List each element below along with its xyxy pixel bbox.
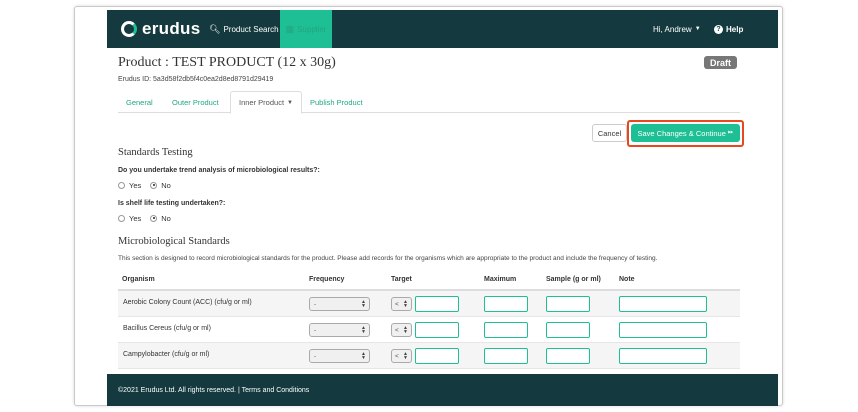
trend-analysis-yes[interactable]: Yes bbox=[118, 181, 141, 190]
help-icon: ? bbox=[714, 24, 723, 34]
sample-input[interactable] bbox=[546, 296, 590, 312]
operator-value: < bbox=[395, 352, 399, 360]
trend-analysis-options: Yes No bbox=[118, 180, 180, 190]
target-operator-select[interactable]: < ▲ ▼ bbox=[391, 297, 412, 311]
footer-text: ©2021 Erudus Ltd. All rights reserved. |… bbox=[118, 386, 310, 394]
frequency-select[interactable]: - ▲ ▼ bbox=[309, 349, 370, 363]
target-operator-select[interactable]: < ▲ ▼ bbox=[391, 349, 412, 363]
col-organism: Organism bbox=[122, 276, 155, 283]
logo-icon bbox=[121, 21, 137, 37]
footer: ©2021 Erudus Ltd. All rights reserved. |… bbox=[107, 374, 778, 406]
chevron-down-icon: ▼ bbox=[287, 99, 293, 106]
page-title: Product : TEST PRODUCT (12 x 30g) bbox=[118, 55, 336, 70]
radio-yes[interactable] bbox=[118, 214, 125, 222]
select-arrows-icon: ▲ ▼ bbox=[403, 325, 408, 335]
radio-yes-label: Yes bbox=[129, 180, 142, 190]
user-menu[interactable]: Hi, Andrew ▼ bbox=[653, 10, 701, 48]
nav-product-search-label: Product Search bbox=[223, 24, 279, 34]
radio-no[interactable] bbox=[150, 181, 158, 189]
trend-analysis-question: Do you undertake trend analysis of micro… bbox=[118, 167, 320, 174]
frequency-value: - bbox=[314, 300, 317, 308]
select-arrows-icon: ▲ ▼ bbox=[361, 325, 366, 335]
nav-supplier[interactable]: ▦ Supplier bbox=[280, 10, 332, 48]
save-continue-label: Save Changes & Continue bbox=[637, 128, 726, 138]
col-note: Note bbox=[619, 276, 635, 283]
radio-yes-label: Yes bbox=[129, 213, 142, 223]
erudus-id: Erudus ID: 5a3d58f2db5f4c0ea2d8ed8791d29… bbox=[118, 76, 274, 83]
select-arrows-icon: ▲ ▼ bbox=[361, 351, 366, 361]
sample-input[interactable] bbox=[546, 348, 590, 364]
operator-value: < bbox=[395, 326, 399, 334]
frequency-value: - bbox=[314, 326, 317, 334]
nav-supplier-label: Supplier bbox=[297, 24, 327, 34]
select-arrows-icon: ▲ ▼ bbox=[403, 299, 408, 309]
status-badge: Draft bbox=[704, 56, 738, 69]
help-label: Help bbox=[726, 24, 744, 34]
target-input[interactable] bbox=[415, 348, 459, 364]
maximum-input[interactable] bbox=[484, 348, 528, 364]
micro-intro: This section is designed to record micro… bbox=[118, 255, 658, 262]
target-input[interactable] bbox=[415, 296, 459, 312]
help-link[interactable]: ? Help bbox=[714, 10, 743, 48]
tab-outer-product[interactable]: Outer Product bbox=[164, 91, 227, 113]
radio-no[interactable] bbox=[150, 214, 158, 222]
organism-label: Campylobacter (cfu/g or ml) bbox=[123, 351, 210, 358]
radio-no-label: No bbox=[161, 213, 171, 223]
maximum-input[interactable] bbox=[484, 322, 528, 338]
tab-publish-product[interactable]: Publish Product bbox=[302, 91, 371, 113]
organism-label: Bacillus Cereus (cfu/g or ml) bbox=[123, 325, 211, 332]
standards-testing-title: Standards Testing bbox=[118, 147, 193, 158]
grid-icon: ▦ bbox=[285, 23, 295, 34]
col-maximum: Maximum bbox=[484, 276, 517, 283]
shelf-life-options: Yes No bbox=[118, 213, 180, 223]
tab-inner-product-label: Inner Product bbox=[239, 98, 285, 107]
micro-standards-title: Microbiological Standards bbox=[118, 236, 230, 247]
target-operator-select[interactable]: < ▲ ▼ bbox=[391, 323, 412, 337]
logo-text: erudus bbox=[142, 19, 201, 38]
shelf-life-question: Is shelf life testing undertaken?: bbox=[118, 200, 226, 207]
frequency-select[interactable]: - ▲ ▼ bbox=[309, 297, 370, 311]
tab-inner-product[interactable]: Inner Product ▼ bbox=[230, 91, 302, 114]
organism-label: Aerobic Colony Count (ACC) (cfu/g or ml) bbox=[123, 299, 252, 306]
frequency-select[interactable]: - ▲ ▼ bbox=[309, 323, 370, 337]
table-row: Aerobic Colony Count (ACC) (cfu/g or ml)… bbox=[118, 291, 740, 317]
save-continue-button[interactable]: Save Changes & Continue ⏩︎ bbox=[631, 124, 740, 142]
logo[interactable]: erudus bbox=[121, 19, 200, 39]
fast-forward-icon: ⏩︎ bbox=[727, 129, 734, 136]
radio-no-label: No bbox=[161, 180, 171, 190]
note-input[interactable] bbox=[619, 348, 707, 364]
app: erudus 🔍︎ Product Search ▦ Supplier Hi, … bbox=[107, 10, 778, 406]
sample-input[interactable] bbox=[546, 322, 590, 338]
navbar: erudus 🔍︎ Product Search ▦ Supplier Hi, … bbox=[107, 10, 778, 48]
chevron-down-icon: ▼ bbox=[694, 26, 701, 32]
select-arrows-icon: ▲ ▼ bbox=[361, 299, 366, 309]
trend-analysis-no[interactable]: No bbox=[150, 181, 171, 190]
table-row: Bacillus Cereus (cfu/g or ml) - ▲ ▼ < ▲ ▼ bbox=[118, 317, 740, 343]
shelf-life-yes[interactable]: Yes bbox=[118, 214, 141, 223]
note-input[interactable] bbox=[619, 296, 707, 312]
operator-value: < bbox=[395, 300, 399, 308]
target-input[interactable] bbox=[415, 322, 459, 338]
maximum-input[interactable] bbox=[484, 296, 528, 312]
product-tabs: General Outer Product Inner Product ▼ Pu… bbox=[118, 91, 740, 114]
frequency-value: - bbox=[314, 352, 317, 360]
col-target: Target bbox=[391, 276, 412, 283]
radio-yes[interactable] bbox=[118, 181, 125, 189]
col-sample: Sample (g or ml) bbox=[546, 276, 601, 283]
tab-general[interactable]: General bbox=[118, 91, 161, 113]
table-row: Campylobacter (cfu/g or ml) - ▲ ▼ < ▲ ▼ bbox=[118, 343, 740, 369]
select-arrows-icon: ▲ ▼ bbox=[403, 351, 408, 361]
shelf-life-no[interactable]: No bbox=[150, 214, 171, 223]
col-frequency: Frequency bbox=[309, 276, 345, 283]
cancel-button[interactable]: Cancel bbox=[592, 124, 627, 142]
nav-product-search[interactable]: 🔍︎ Product Search bbox=[209, 10, 279, 48]
search-icon: 🔍︎ bbox=[209, 23, 221, 34]
note-input[interactable] bbox=[619, 322, 707, 338]
user-menu-label: Hi, Andrew bbox=[653, 24, 692, 34]
